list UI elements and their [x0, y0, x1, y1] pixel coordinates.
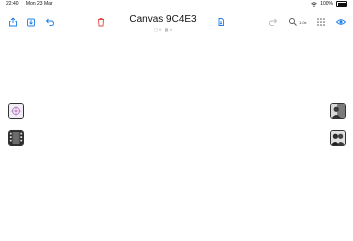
status-left: 22:40 Mon 23 Mar	[6, 1, 59, 7]
undo-icon[interactable]	[45, 17, 55, 27]
redo-icon[interactable]	[268, 17, 278, 27]
photo-thumbnail-1[interactable]	[330, 103, 346, 119]
battery-percent: 100%	[320, 1, 333, 7]
meta-icon-2: ▦	[164, 27, 169, 32]
status-date: Mon 23 Mar	[25, 1, 53, 7]
meta-icon-1: ▢	[154, 27, 158, 32]
zoom-level[interactable]: 1.0x	[299, 20, 307, 25]
toolbar: Canvas 9C4E3 ▢ 0 ▦ 4 1.0x	[0, 10, 353, 36]
grid-icon[interactable]	[316, 17, 326, 27]
status-bar: 22:40 Mon 23 Mar 100%	[0, 0, 353, 8]
tiger-thumbnail[interactable]	[8, 103, 24, 119]
share-icon[interactable]	[8, 17, 18, 27]
status-right: 100%	[311, 1, 347, 7]
document-meta: ▢ 0 ▦ 4	[126, 27, 200, 32]
meta-count-1: 0	[159, 27, 162, 32]
document-title-area[interactable]: Canvas 9C4E3 ▢ 0 ▦ 4	[126, 14, 200, 35]
trash-icon[interactable]	[96, 17, 106, 27]
photo-thumbnail-2[interactable]	[330, 130, 346, 146]
meta-count-2: 4	[169, 27, 172, 32]
wifi-icon	[311, 1, 317, 7]
import-icon[interactable]	[26, 17, 36, 27]
status-time: 22:40	[6, 1, 19, 7]
eye-icon[interactable]	[336, 17, 346, 27]
export-icon[interactable]	[216, 17, 226, 27]
magnifier-icon[interactable]	[288, 17, 298, 27]
document-title[interactable]: Canvas 9C4E3	[126, 14, 200, 26]
battery-icon	[336, 1, 347, 7]
film-thumbnail[interactable]	[8, 130, 24, 146]
